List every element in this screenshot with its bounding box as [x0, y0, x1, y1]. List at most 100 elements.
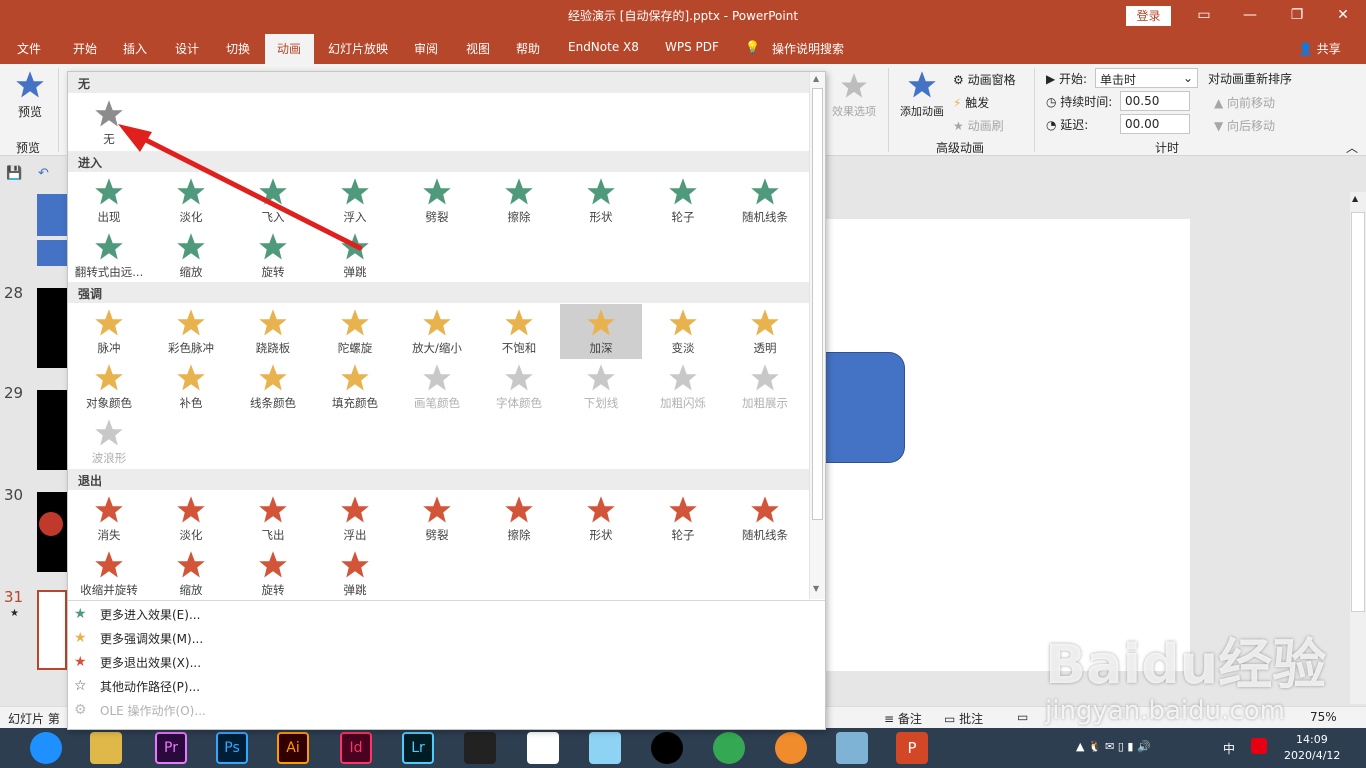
animation-effect-enter[interactable]: 缩放 — [150, 228, 232, 283]
animation-effect-exit[interactable]: 消失 — [68, 491, 150, 546]
tab-wps-pdf[interactable]: WPS PDF — [665, 40, 719, 54]
notes-app-icon[interactable] — [836, 732, 868, 764]
tab-design[interactable]: 设计 — [175, 40, 199, 57]
assistant-icon[interactable] — [589, 732, 621, 764]
effect-options-button[interactable]: 效果选项 — [828, 72, 880, 119]
animation-effect-enter[interactable]: 劈裂 — [396, 173, 478, 228]
animation-none[interactable]: 无 — [68, 95, 150, 150]
delay-spinner[interactable]: 00.00 — [1120, 114, 1190, 134]
tab-endnote[interactable]: EndNote X8 — [568, 40, 639, 54]
scroll-up-icon[interactable]: ▲ — [813, 74, 819, 83]
ole-action-verbs[interactable]: ⚙ OLE 操作动作(O)... — [68, 698, 825, 722]
save-icon[interactable]: 💾 — [6, 166, 22, 181]
collapse-ribbon-icon[interactable]: ︿ — [1346, 139, 1358, 156]
animation-effect-enter[interactable]: 旋转 — [232, 228, 314, 283]
add-animation-button[interactable]: 添加动画 — [896, 70, 948, 119]
share-button[interactable]: 👤 共享 — [1298, 40, 1341, 57]
animation-effect-emph[interactable]: 陀螺旋 — [314, 304, 396, 359]
vertical-scrollbar[interactable]: ▲ — [1350, 192, 1366, 704]
tab-insert[interactable]: 插入 — [123, 40, 147, 57]
more-motion-paths[interactable]: ☆ 其他动作路径(P)... — [68, 674, 825, 698]
animation-effect-emph[interactable]: 彩色脉冲 — [150, 304, 232, 359]
preview-button[interactable]: 预览 — [12, 70, 48, 130]
app-icon[interactable] — [527, 732, 559, 764]
animation-effect-exit[interactable]: 弹跳 — [314, 546, 396, 601]
animation-effect-enter[interactable]: 随机线条 — [724, 173, 806, 228]
animation-effect-exit[interactable]: 缩放 — [150, 546, 232, 601]
tab-file[interactable]: 文件 — [17, 40, 41, 57]
animation-effect-exit[interactable]: 轮子 — [642, 491, 724, 546]
animation-effect-enter[interactable]: 轮子 — [642, 173, 724, 228]
trigger-button[interactable]: ⚡ 触发 — [953, 94, 989, 111]
animation-effect-emph[interactable]: 画笔颜色 — [396, 359, 478, 414]
tab-help[interactable]: 帮助 — [516, 40, 540, 57]
animation-effect-emph[interactable]: 不饱和 — [478, 304, 560, 359]
slide-thumbnail[interactable] — [37, 390, 67, 470]
close-button[interactable]: ✕ — [1331, 4, 1355, 26]
scroll-thumb[interactable] — [1351, 212, 1365, 612]
animation-effect-enter[interactable]: 飞入 — [232, 173, 314, 228]
scroll-down-icon[interactable]: ▼ — [813, 584, 819, 593]
animation-effect-emph[interactable]: 脉冲 — [68, 304, 150, 359]
media-player-icon[interactable] — [775, 732, 807, 764]
normal-view-icon[interactable]: ▭ — [1017, 710, 1028, 724]
browser-icon[interactable] — [30, 732, 62, 764]
animation-effect-emph[interactable]: 透明 — [724, 304, 806, 359]
animation-effect-emph[interactable]: 加深 — [560, 304, 642, 359]
animation-effect-enter[interactable]: 淡化 — [150, 173, 232, 228]
animation-effect-enter[interactable]: 翻转式由远... — [68, 228, 150, 283]
animation-effect-emph[interactable]: 填充颜色 — [314, 359, 396, 414]
animation-effect-exit[interactable]: 劈裂 — [396, 491, 478, 546]
animation-effect-emph[interactable]: 补色 — [150, 359, 232, 414]
scroll-thumb[interactable] — [812, 88, 823, 520]
slide-thumbnail[interactable] — [37, 492, 67, 572]
animation-effect-emph[interactable]: 变淡 — [642, 304, 724, 359]
animation-effect-enter[interactable]: 弹跳 — [314, 228, 396, 283]
move-later-button[interactable]: ▼ 向后移动 — [1214, 117, 1275, 134]
premiere-icon[interactable]: Pr — [155, 732, 187, 764]
rounded-rectangle-shape[interactable] — [826, 352, 905, 463]
slide-canvas[interactable] — [826, 219, 1190, 671]
tab-slideshow[interactable]: 幻灯片放映 — [328, 40, 388, 57]
slide-thumbnail[interactable] — [37, 288, 67, 368]
system-tray-icons[interactable]: ▲ 🐧 ✉ ▯ ▮ 🔊 — [1076, 740, 1151, 753]
animation-effect-emph[interactable]: 字体颜色 — [478, 359, 560, 414]
lightroom-icon[interactable]: Lr — [402, 732, 434, 764]
animation-effect-emph[interactable]: 跷跷板 — [232, 304, 314, 359]
file-explorer-icon[interactable] — [90, 732, 122, 764]
animation-effect-enter[interactable]: 擦除 — [478, 173, 560, 228]
animation-effect-exit[interactable]: 收缩并旋转 — [68, 546, 150, 601]
indesign-icon[interactable]: Id — [340, 732, 372, 764]
slide-thumbnail-selected[interactable] — [37, 590, 67, 670]
notes-button[interactable]: ≡ 备注 — [884, 710, 922, 727]
animation-pane-button[interactable]: ⚙ 动画窗格 — [953, 71, 1016, 88]
animation-effect-emph[interactable]: 放大/缩小 — [396, 304, 478, 359]
animation-effect-exit[interactable]: 形状 — [560, 491, 642, 546]
slide-thumbnail[interactable] — [37, 194, 67, 236]
animation-effect-exit[interactable]: 飞出 — [232, 491, 314, 546]
qq-icon[interactable] — [651, 732, 683, 764]
minimize-button[interactable]: — — [1238, 4, 1262, 26]
comments-button[interactable]: ▭ 批注 — [944, 710, 983, 727]
video-editor-icon[interactable] — [464, 732, 496, 764]
restore-button[interactable]: ❐ — [1285, 4, 1309, 26]
login-button[interactable]: 登录 — [1126, 6, 1171, 26]
chrome-icon[interactable] — [713, 732, 745, 764]
animation-effect-emph[interactable]: 加粗闪烁 — [642, 359, 724, 414]
animation-effect-emph[interactable]: 波浪形 — [68, 414, 150, 469]
tab-transitions[interactable]: 切换 — [226, 40, 250, 57]
animation-effect-emph[interactable]: 对象颜色 — [68, 359, 150, 414]
ribbon-display-icon[interactable]: ▭ — [1192, 4, 1216, 26]
animation-effect-enter[interactable]: 形状 — [560, 173, 642, 228]
tab-animations[interactable]: 动画 — [265, 34, 314, 64]
more-entrance-effects[interactable]: ★ 更多进入效果(E)... — [68, 602, 825, 626]
more-emphasis-effects[interactable]: ★ 更多强调效果(M)... — [68, 626, 825, 650]
animation-effect-emph[interactable]: 线条颜色 — [232, 359, 314, 414]
animation-effect-emph[interactable]: 加粗展示 — [724, 359, 806, 414]
photoshop-icon[interactable]: Ps — [216, 732, 248, 764]
illustrator-icon[interactable]: Ai — [277, 732, 309, 764]
tell-me-search[interactable]: 操作说明搜索 — [772, 40, 844, 57]
animation-effect-exit[interactable]: 旋转 — [232, 546, 314, 601]
animation-effect-exit[interactable]: 淡化 — [150, 491, 232, 546]
more-exit-effects[interactable]: ★ 更多退出效果(X)... — [68, 650, 825, 674]
